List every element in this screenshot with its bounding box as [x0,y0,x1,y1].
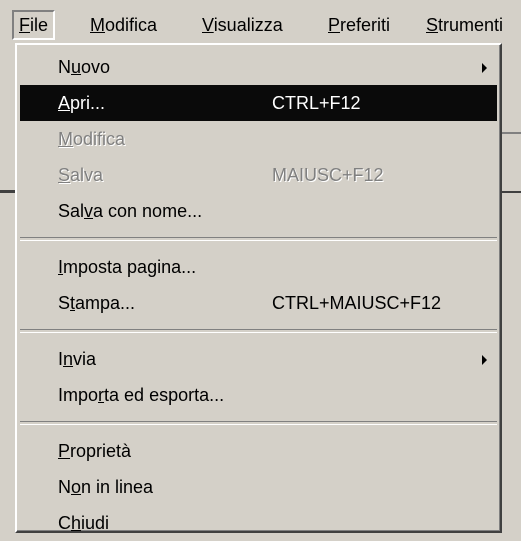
menu-item-apri[interactable]: Apri... CTRL+F12 [20,85,497,121]
menu-separator [20,237,497,241]
menu-item-imposta-pagina[interactable]: Imposta pagina... [20,249,497,285]
menu-visualizza-accel: V [202,15,214,35]
menu-item-label: Modifica [58,129,126,149]
menu-item-label: Chiudi [58,513,110,533]
menu-item-label: Proprietà [58,441,132,461]
menu-item-importa-esporta[interactable]: Importa ed esporta... [20,377,497,413]
menu-item-label: Apri... [58,93,106,113]
menu-item-label: Stampa... [58,293,136,313]
menu-file[interactable]: File [12,10,56,40]
menu-item-label: Invia [58,349,97,369]
menu-modifica-accel: M [90,15,105,35]
menu-item-label: Salva con nome... [58,201,203,221]
menu-item-shortcut: MAIUSC+F12 [272,165,384,185]
submenu-arrow-icon [482,63,487,73]
file-menu-dropdown: Nuovo Apri... CTRL+F12 Modifica Salva MA… [15,43,502,533]
menu-bar: File Modifica Visualizza Preferiti Strum… [0,0,521,44]
menu-item-salva: Salva MAIUSC+F12 [20,157,497,193]
menu-item-non-in-linea[interactable]: Non in linea [20,469,497,505]
background-window-edge [0,190,16,193]
menu-item-proprieta[interactable]: Proprietà [20,433,497,469]
menu-item-stampa[interactable]: Stampa... CTRL+MAIUSC+F12 [20,285,497,321]
menu-item-label: Importa ed esporta... [58,385,225,405]
menu-file-accel: F [19,15,30,35]
menu-item-invia[interactable]: Invia [20,341,497,377]
menu-separator [20,421,497,425]
menu-preferiti-accel: P [328,15,341,35]
menu-item-label: Nuovo [58,57,111,77]
menu-item-chiudi[interactable]: Chiudi [20,505,497,541]
menu-separator [20,329,497,333]
menu-visualizza[interactable]: Visualizza [196,10,289,40]
menu-item-nuovo[interactable]: Nuovo [20,49,497,85]
menu-strumenti-accel: S [426,15,439,35]
menu-strumenti[interactable]: Strumenti [420,10,509,40]
menu-item-modifica: Modifica [20,121,497,157]
background-toolbar-edge [500,132,521,134]
menu-item-shortcut: CTRL+MAIUSC+F12 [272,293,442,313]
background-toolbar-edge [500,191,521,193]
menu-preferiti[interactable]: Preferiti [322,10,396,40]
menu-item-label: Imposta pagina... [58,257,197,277]
submenu-arrow-icon [482,355,487,365]
menu-item-label: Non in linea [58,477,154,497]
menu-modifica[interactable]: Modifica [84,10,163,40]
menu-item-salva-con-nome[interactable]: Salva con nome... [20,193,497,229]
menu-item-label: Salva [58,165,104,185]
menu-item-shortcut: CTRL+F12 [272,93,361,113]
